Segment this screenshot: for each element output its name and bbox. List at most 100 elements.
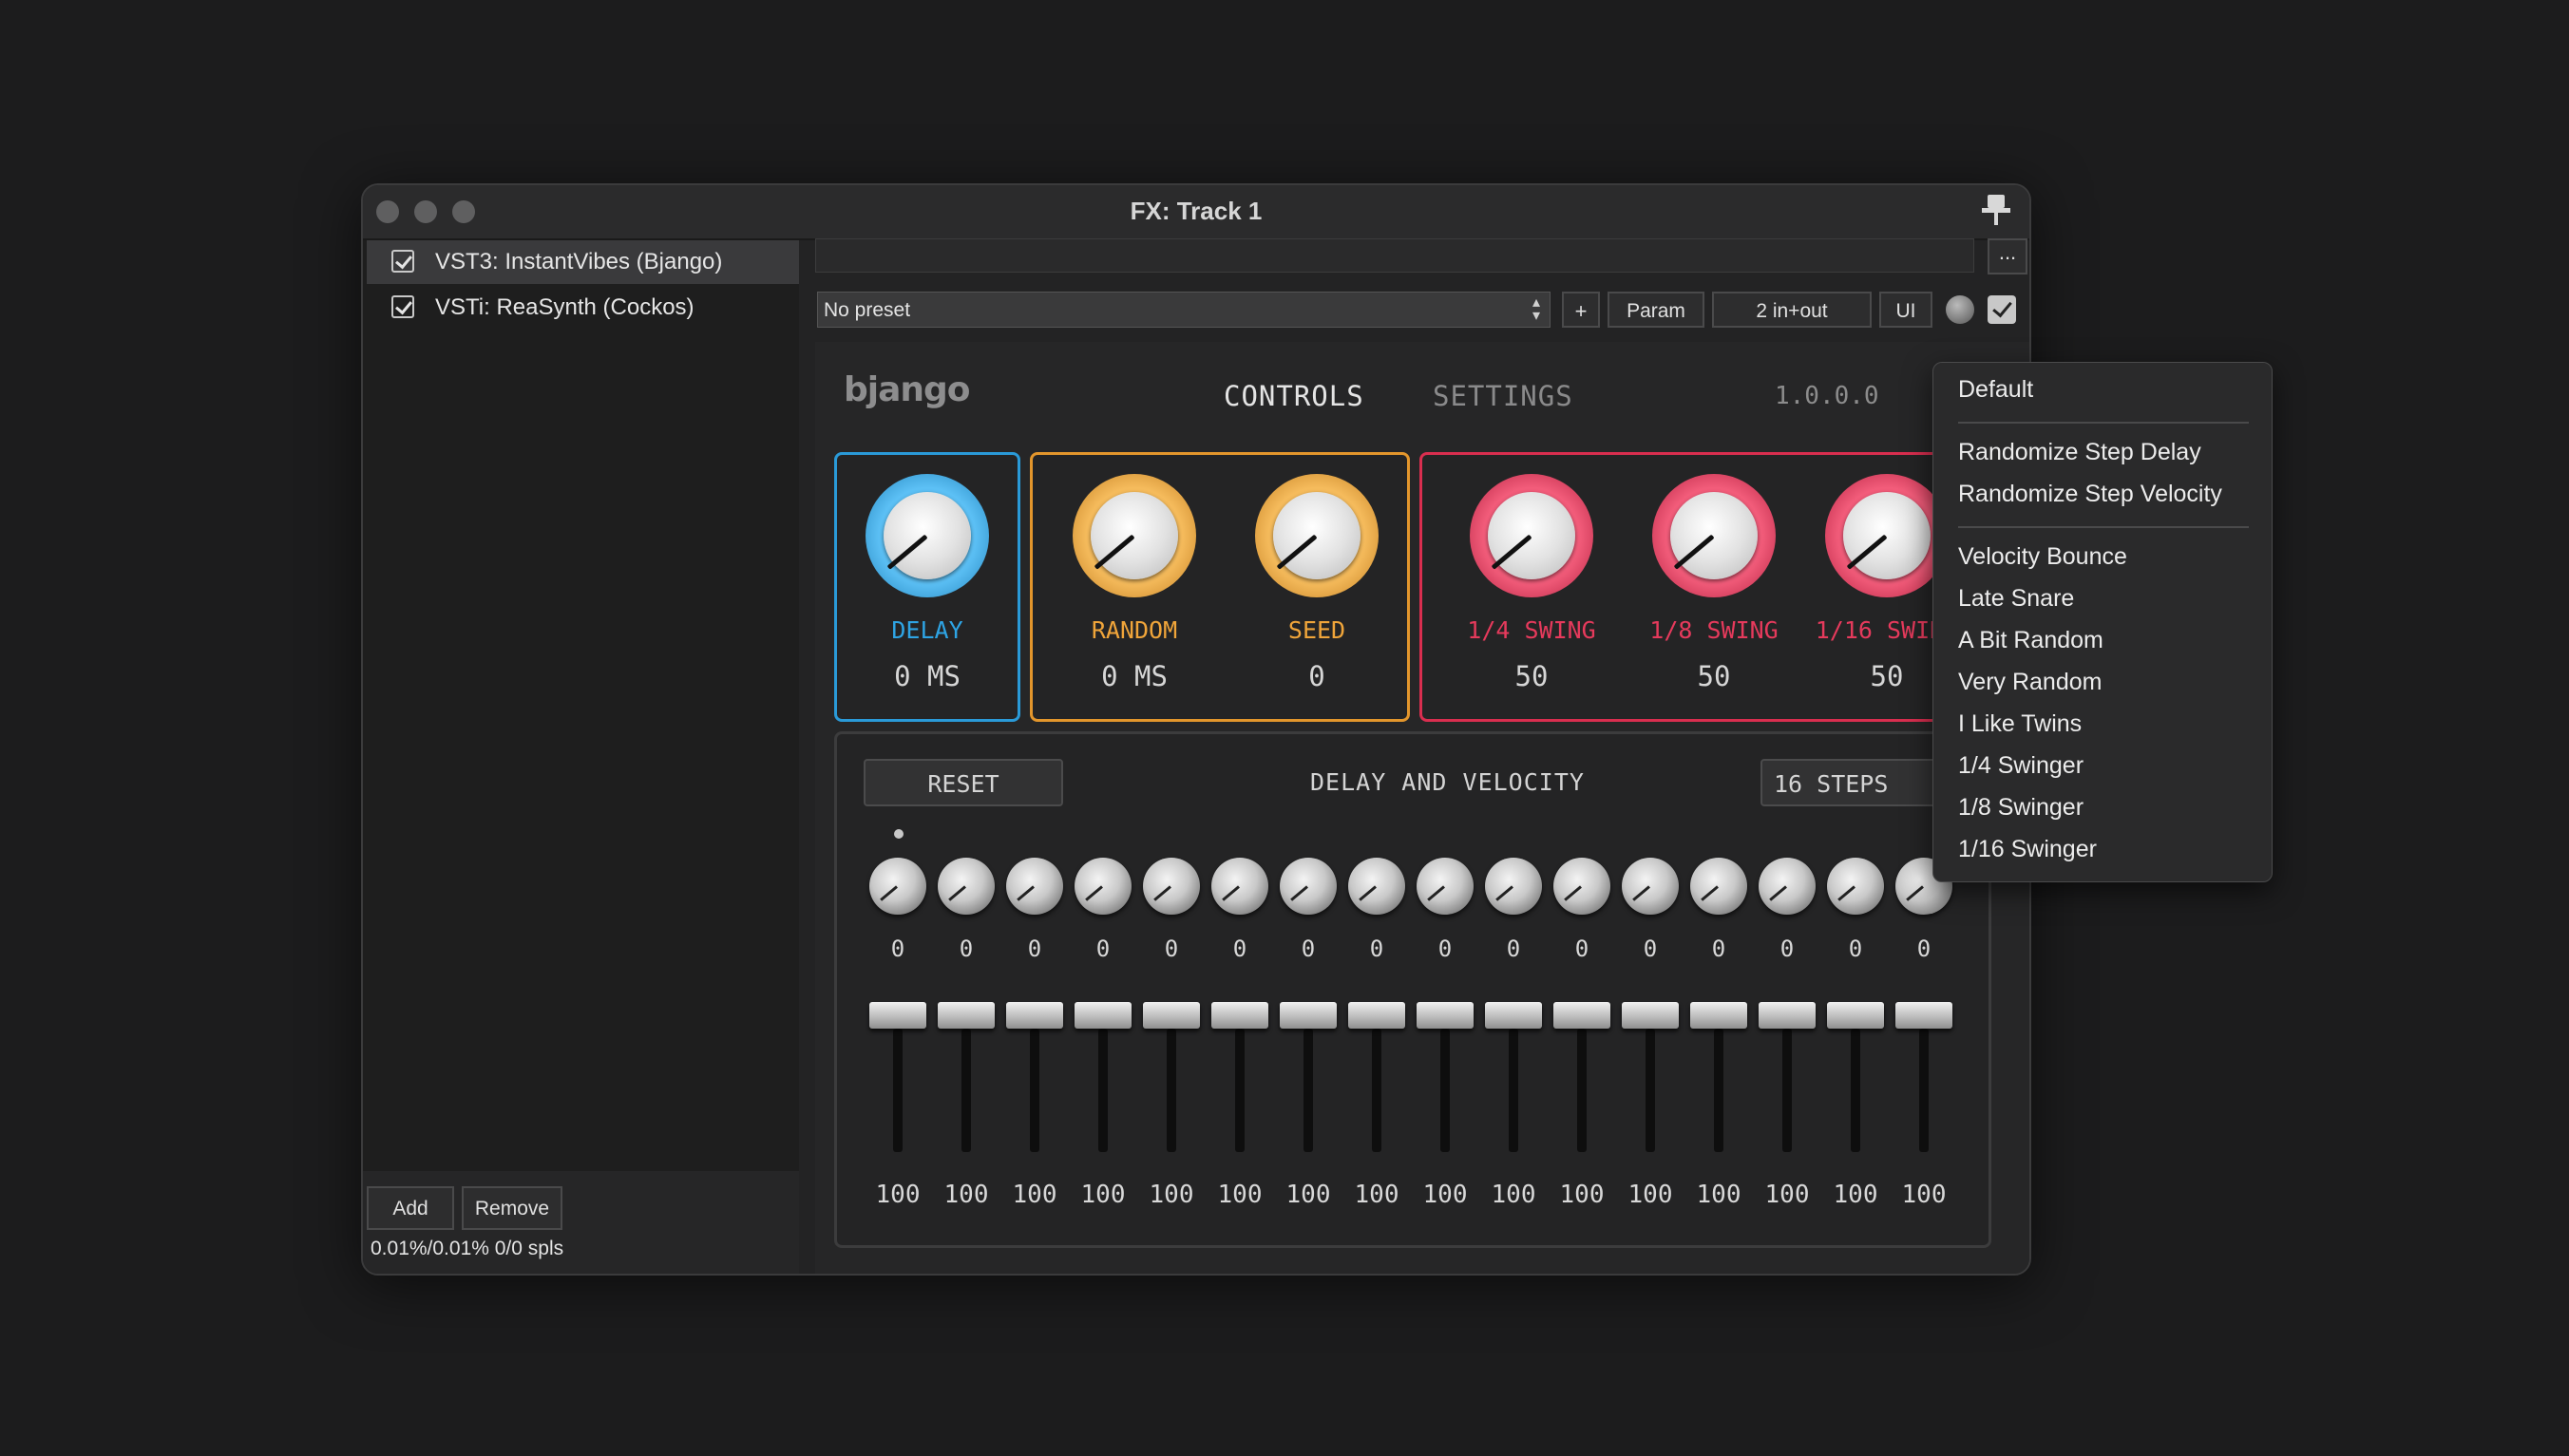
tab-controls[interactable]: CONTROLS [1224, 380, 1364, 412]
step-velocity-track[interactable] [1577, 1029, 1587, 1152]
step-velocity-fader[interactable] [938, 1002, 995, 1029]
add-preset-button[interactable]: + [1562, 292, 1600, 328]
step-velocity-fader[interactable] [1417, 1002, 1474, 1029]
step-velocity-fader[interactable] [1280, 1002, 1337, 1029]
step-velocity-fader[interactable] [1485, 1002, 1542, 1029]
wet-knob[interactable] [1946, 295, 1974, 324]
step-velocity-fader[interactable] [1895, 1002, 1952, 1029]
param-button[interactable]: Param [1608, 292, 1704, 328]
step-velocity-fader[interactable] [1827, 1002, 1884, 1029]
version-label: 1.0.0.0 [1775, 382, 1879, 410]
menu-item-randomize-step-velocity[interactable]: Randomize Step Velocity [1958, 481, 2222, 508]
step-delay-knob[interactable] [1417, 858, 1474, 915]
fx-item-instantvibes[interactable]: VST3: InstantVibes (Bjango) [367, 240, 799, 284]
remove-fx-button[interactable]: Remove [462, 1186, 562, 1230]
step-delay-value: 0 [1643, 936, 1658, 962]
delay-knob[interactable] [866, 474, 989, 597]
step-velocity-value: 100 [875, 1181, 921, 1209]
step-delay-knob[interactable] [1690, 858, 1747, 915]
tab-settings[interactable]: SETTINGS [1433, 380, 1573, 412]
seed-knob[interactable] [1255, 474, 1379, 597]
knob-value: 0 MS [1101, 660, 1168, 692]
add-fx-button[interactable]: Add [367, 1186, 454, 1230]
step-delay-knob[interactable] [1485, 858, 1542, 915]
step-velocity-track[interactable] [1167, 1029, 1176, 1152]
step-velocity-track[interactable] [1919, 1029, 1929, 1152]
step-velocity-value: 100 [1559, 1181, 1605, 1209]
step-delay-knob[interactable] [1075, 858, 1132, 915]
step-delay-knob[interactable] [938, 858, 995, 915]
preset-select[interactable]: No preset ▴ ▾ [817, 292, 1551, 328]
step-velocity-track[interactable] [893, 1029, 903, 1152]
step-delay-knob[interactable] [1759, 858, 1816, 915]
step-velocity-track[interactable] [1851, 1029, 1860, 1152]
bypass-checkbox[interactable] [1988, 295, 2016, 324]
step-velocity-track[interactable] [1304, 1029, 1313, 1152]
step-delay-knob[interactable] [1006, 858, 1063, 915]
step-delay-knob[interactable] [1143, 858, 1200, 915]
step-delay-knob[interactable] [1280, 858, 1337, 915]
step-delay-value: 0 [1916, 936, 1932, 962]
fx-enable-checkbox[interactable] [391, 295, 414, 318]
fx-enable-checkbox[interactable] [391, 250, 414, 273]
step-velocity-fader[interactable] [1690, 1002, 1747, 1029]
sixteenth-swing-knob[interactable] [1825, 474, 1949, 597]
step-velocity-track[interactable] [1714, 1029, 1723, 1152]
step-delay-knob[interactable] [1622, 858, 1679, 915]
random-knob[interactable] [1073, 474, 1196, 597]
step-velocity-fader[interactable] [1006, 1002, 1063, 1029]
step-velocity-fader[interactable] [1211, 1002, 1268, 1029]
step-velocity-track[interactable] [1372, 1029, 1381, 1152]
menu-item-randomize-step-delay[interactable]: Randomize Step Delay [1958, 439, 2201, 466]
menu-item-sixteenth-swinger[interactable]: 1/16 Swinger [1958, 836, 2097, 863]
step-velocity-track[interactable] [1098, 1029, 1108, 1152]
quarter-swing-knob[interactable] [1470, 474, 1593, 597]
fx-name-field[interactable] [815, 238, 1974, 273]
step-delay-knob[interactable] [1827, 858, 1884, 915]
step-delay-knob[interactable] [1553, 858, 1610, 915]
title-bar[interactable]: FX: Track 1 [363, 185, 2029, 240]
more-options-button[interactable]: ... [1988, 238, 2027, 274]
window-title: FX: Track 1 [1130, 197, 1263, 225]
step-velocity-fader[interactable] [1143, 1002, 1200, 1029]
step-velocity-track[interactable] [1509, 1029, 1518, 1152]
bjango-logo: bjango [844, 370, 971, 409]
step-velocity-fader[interactable] [869, 1002, 926, 1029]
step-velocity-track[interactable] [961, 1029, 971, 1152]
menu-item-default[interactable]: Default [1958, 376, 2033, 404]
step-velocity-fader[interactable] [1759, 1002, 1816, 1029]
reset-button[interactable]: RESET [864, 759, 1063, 806]
menu-item-late-snare[interactable]: Late Snare [1958, 585, 2074, 613]
fx-item-reasynth[interactable]: VSTi: ReaSynth (Cockos) [367, 286, 799, 330]
step-velocity-track[interactable] [1030, 1029, 1039, 1152]
menu-item-eighth-swinger[interactable]: 1/8 Swinger [1958, 794, 2084, 822]
menu-item-quarter-swinger[interactable]: 1/4 Swinger [1958, 752, 2084, 780]
step-delay-knob[interactable] [1348, 858, 1405, 915]
step-delay-value: 0 [1027, 936, 1042, 962]
preset-menu: Default Randomize Step Delay Randomize S… [1932, 362, 2273, 882]
io-routing-button[interactable]: 2 in+out [1712, 292, 1872, 328]
step-velocity-track[interactable] [1440, 1029, 1450, 1152]
step-velocity-track[interactable] [1235, 1029, 1245, 1152]
step-velocity-track[interactable] [1782, 1029, 1792, 1152]
step-velocity-fader[interactable] [1348, 1002, 1405, 1029]
step-velocity-value: 100 [1491, 1181, 1536, 1209]
menu-item-i-like-twins[interactable]: I Like Twins [1958, 710, 2082, 738]
random-group: RANDOM 0 MS SEED 0 [1030, 452, 1410, 722]
step-velocity-fader[interactable] [1622, 1002, 1679, 1029]
menu-item-very-random[interactable]: Very Random [1958, 669, 2102, 696]
step-velocity-value: 100 [1285, 1181, 1331, 1209]
menu-item-velocity-bounce[interactable]: Velocity Bounce [1958, 543, 2127, 571]
eighth-swing-knob[interactable] [1652, 474, 1776, 597]
step-velocity-fader[interactable] [1075, 1002, 1132, 1029]
menu-item-a-bit-random[interactable]: A Bit Random [1958, 627, 2103, 654]
ui-toggle-button[interactable]: UI [1879, 292, 1932, 328]
step-delay-knob[interactable] [869, 858, 926, 915]
knob-value: 0 [1308, 660, 1325, 692]
steps-select[interactable]: 16 STEPS [1760, 759, 1951, 806]
pin-icon[interactable] [1982, 193, 2010, 225]
step-delay-knob[interactable] [1211, 858, 1268, 915]
step-velocity-fader[interactable] [1553, 1002, 1610, 1029]
step-velocity-track[interactable] [1646, 1029, 1655, 1152]
fx-item-label: VST3: InstantVibes (Bjango) [435, 249, 723, 274]
